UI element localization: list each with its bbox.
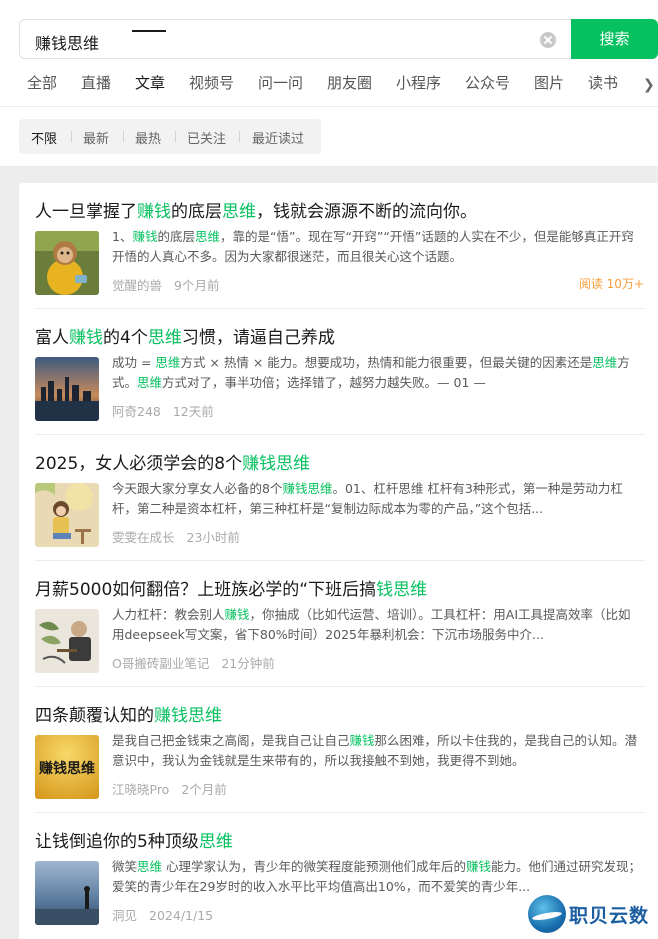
filter-divider (123, 131, 124, 142)
search-button[interactable]: 搜索 (571, 19, 658, 59)
result-source[interactable]: 雯雯在成长 (112, 530, 175, 545)
result-title[interactable]: 让钱倒追你的5种顶级思维 (35, 827, 233, 852)
result-title[interactable]: 富人赚钱的4个思维习惯，请逼自己养成 (35, 323, 335, 348)
filter-bar: 不限 最新 最热 已关注 最近读过 (19, 119, 321, 154)
watermark: 职贝云数 (528, 893, 653, 935)
result-snippet: 微笑思维 心理学家认为，青少年的微笑程度能预测他们成年后的赚钱能力。他们通过研究… (112, 859, 642, 894)
result-thumbnail[interactable]: 赚钱思维 (35, 735, 99, 799)
result-thumbnail[interactable] (35, 861, 99, 925)
result-title[interactable]: 月薪5000如何翻倍？上班族必学的“下班后搞钱思维 (35, 575, 427, 600)
tab-all[interactable]: 全部 (27, 72, 57, 93)
filter-followed[interactable]: 已关注 (187, 128, 226, 147)
result-source[interactable]: 觉醒的兽 (112, 278, 162, 293)
result-snippet: 是我自己把金钱束之高阁，是我自己让自己赚钱那么困难，所以卡住我的，是我自己的认知… (112, 733, 638, 768)
result-time: 2024/1/15 (149, 908, 214, 923)
divider (0, 106, 658, 107)
result-title[interactable]: 四条颠覆认知的赚钱思维 (35, 701, 222, 726)
read-count: 阅读 10万+ (578, 277, 644, 291)
result-time: 2个月前 (181, 782, 227, 797)
result-thumbnail[interactable] (35, 483, 99, 547)
category-tabs: 全部 直播 文章 视频号 问一问 朋友圈 小程序 公众号 图片 读书 (0, 72, 658, 106)
result-meta: 觉醒的兽 9个月前 (112, 275, 219, 294)
result-title[interactable]: 2025，女人必须学会的8个赚钱思维 (35, 449, 310, 474)
tab-channels[interactable]: 视频号 (189, 72, 234, 93)
result-thumbnail[interactable] (35, 609, 99, 673)
tab-moments[interactable]: 朋友圈 (327, 72, 372, 93)
filter-latest[interactable]: 最新 (83, 128, 109, 147)
active-tab-indicator (132, 30, 166, 32)
clear-icon[interactable] (540, 32, 556, 48)
result-source[interactable]: 阿奇248 (112, 404, 161, 419)
result-meta: 洞见 2024/1/15 (112, 905, 213, 924)
result-card[interactable]: 四条颠覆认知的赚钱思维 赚钱思维 是我自己把金钱束之高阁，是我自己让自己赚钱那么… (19, 687, 658, 813)
thumbnail-text: 赚钱思维 (38, 760, 95, 777)
result-time: 21分钟前 (221, 656, 275, 671)
result-thumbnail[interactable] (35, 357, 99, 421)
result-title[interactable]: 人一旦掌握了赚钱的底层思维，钱就会源源不断的流向你。 (35, 197, 477, 222)
result-source[interactable]: 江晓晓Pro (112, 782, 169, 797)
result-meta: 江晓晓Pro 2个月前 (112, 779, 227, 798)
filter-any[interactable]: 不限 (31, 128, 57, 147)
result-snippet: 成功 = 思维方式 × 热情 × 能力。想要成功，热情和能力很重要，但最关键的因… (112, 355, 630, 390)
result-time: 9个月前 (174, 278, 220, 293)
result-meta: O哥搬砖副业笔记 21分钟前 (112, 653, 275, 672)
result-snippet: 1、赚钱的底层思维，靠的是“悟”。现在写“开窍”“开悟”话题的人实在不少，但是能… (112, 229, 634, 264)
result-time: 23小时前 (186, 530, 240, 545)
tab-live[interactable]: 直播 (81, 72, 111, 93)
filter-hottest[interactable]: 最热 (135, 128, 161, 147)
result-thumbnail[interactable] (35, 231, 99, 295)
result-source[interactable]: 洞见 (112, 908, 137, 923)
result-meta: 雯雯在成长 23小时前 (112, 527, 240, 546)
tab-official-accounts[interactable]: 公众号 (465, 72, 510, 93)
result-card[interactable]: 人一旦掌握了赚钱的底层思维，钱就会源源不断的流向你。 1、赚钱的底层思维，靠的是… (19, 183, 658, 309)
tab-reading[interactable]: 读书 (588, 72, 618, 93)
result-card[interactable]: 富人赚钱的4个思维习惯，请逼自己养成 成功 = 思维方式 × 热情 × 能力。想… (19, 309, 658, 435)
result-time: 12天前 (172, 404, 214, 419)
search-query-text[interactable]: 赚钱思维 (35, 30, 99, 54)
result-source[interactable]: O哥搬砖副业笔记 (112, 656, 209, 671)
watermark-text: 职贝云数 (569, 905, 650, 927)
tab-mini-programs[interactable]: 小程序 (396, 72, 441, 93)
result-snippet: 人力杠杆：教会别人赚钱，你抽成（比如代运营、培训）。工具杠杆：用AI工具提高效率… (112, 607, 631, 642)
logo-icon (528, 895, 566, 933)
search-header: 赚钱思维 搜索 全部 直播 文章 视频号 问一问 朋友圈 小程序 公众号 图片 … (0, 0, 658, 166)
search-input[interactable]: 赚钱思维 (19, 19, 571, 59)
filter-divider (239, 131, 240, 142)
result-snippet: 今天跟大家分享女人必备的8个赚钱思维。01、杠杆思维 杠杆有3种形式，第一种是劳… (112, 481, 623, 516)
tab-ask[interactable]: 问一问 (258, 72, 303, 93)
filter-recently-read[interactable]: 最近读过 (252, 128, 304, 147)
tab-images[interactable]: 图片 (534, 72, 564, 93)
result-meta: 阿奇248 12天前 (112, 401, 214, 420)
result-card[interactable]: 月薪5000如何翻倍？上班族必学的“下班后搞钱思维 人力杠杆：教会别人赚钱，你抽… (19, 561, 658, 687)
filter-divider (175, 131, 176, 142)
filter-divider (71, 131, 72, 142)
result-card[interactable]: 2025，女人必须学会的8个赚钱思维 今天跟大家分享女人必备的8个赚钱思维。01… (19, 435, 658, 561)
results-list: 人一旦掌握了赚钱的底层思维，钱就会源源不断的流向你。 1、赚钱的底层思维，靠的是… (19, 183, 658, 939)
tab-articles[interactable]: 文章 (135, 72, 165, 93)
chevron-right-icon[interactable]: ❯ (643, 77, 658, 93)
